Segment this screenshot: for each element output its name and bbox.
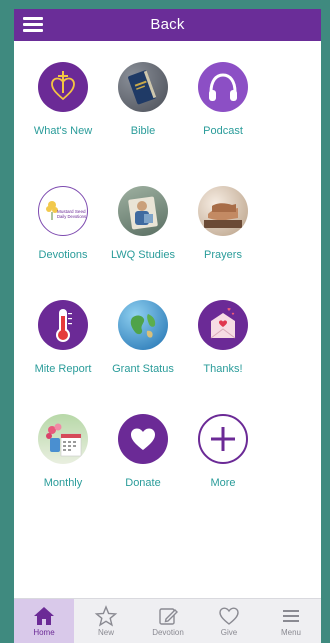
tile-label: Bible bbox=[130, 125, 156, 137]
edit-icon bbox=[159, 608, 178, 625]
tab-label: Menu bbox=[280, 628, 301, 637]
back-button[interactable]: Back bbox=[14, 16, 321, 33]
top-bar: Back bbox=[14, 9, 321, 41]
studies-photo bbox=[118, 186, 168, 236]
tile-label: Devotions bbox=[38, 249, 88, 261]
bible-photo bbox=[118, 62, 168, 112]
tile-thanks[interactable]: Thanks! bbox=[183, 300, 263, 375]
thermometer-icon bbox=[38, 300, 88, 350]
love-letter-icon bbox=[198, 300, 248, 350]
tab-devotion[interactable]: Devotion bbox=[138, 599, 198, 643]
cross-heart-icon bbox=[38, 62, 88, 112]
menu-icon bbox=[283, 610, 299, 622]
tile-donate[interactable]: Donate bbox=[103, 414, 183, 489]
tile-mite-report[interactable]: Mite Report bbox=[23, 300, 103, 375]
tile-bible[interactable]: Bible bbox=[103, 62, 183, 137]
tab-label: Home bbox=[33, 628, 55, 637]
tab-label: Devotion bbox=[152, 628, 184, 637]
devotions-logo: Mustard Seed Daily Devotions bbox=[38, 186, 88, 236]
tab-menu[interactable]: Menu bbox=[261, 599, 321, 643]
tile-label: Monthly bbox=[43, 477, 83, 489]
plus-icon bbox=[198, 414, 248, 464]
tile-lwq-studies[interactable]: LWQ Studies bbox=[103, 186, 183, 261]
heart-outline-icon bbox=[219, 607, 239, 625]
star-icon bbox=[94, 605, 118, 627]
tab-label: Give bbox=[220, 628, 238, 637]
tile-whats-new[interactable]: What's New bbox=[23, 62, 103, 137]
tile-prayers[interactable]: Prayers bbox=[183, 186, 263, 261]
tile-label: Podcast bbox=[203, 125, 243, 137]
tab-home[interactable]: Home bbox=[14, 599, 74, 643]
tile-label: Thanks! bbox=[203, 363, 243, 375]
tile-label: Mite Report bbox=[34, 363, 92, 375]
tab-new[interactable]: New bbox=[76, 599, 136, 643]
tile-label: LWQ Studies bbox=[111, 249, 175, 261]
tab-give[interactable]: Give bbox=[199, 599, 259, 643]
bottom-nav: Home New Devotion Give Menu bbox=[14, 598, 321, 643]
tab-label: New bbox=[97, 628, 114, 637]
tile-label: Donate bbox=[125, 477, 161, 489]
devotions-logo-text: Daily Devotions bbox=[57, 214, 86, 219]
praying-hands-photo bbox=[198, 186, 248, 236]
home-icon bbox=[34, 607, 54, 625]
tile-label: More bbox=[210, 477, 236, 489]
app-screen: Back What's New Bible Podcast Mustard Se… bbox=[14, 9, 321, 643]
tile-label: Prayers bbox=[204, 249, 242, 261]
tile-label: What's New bbox=[33, 125, 93, 137]
heart-icon bbox=[118, 414, 168, 464]
headphones-icon bbox=[198, 62, 248, 112]
globe-photo bbox=[118, 300, 168, 350]
tile-podcast[interactable]: Podcast bbox=[183, 62, 263, 137]
tile-grant-status[interactable]: Grant Status bbox=[103, 300, 183, 375]
tile-label: Grant Status bbox=[112, 363, 174, 375]
tile-monthly[interactable]: Monthly bbox=[23, 414, 103, 489]
tile-more[interactable]: More bbox=[183, 414, 263, 489]
tile-devotions[interactable]: Mustard Seed Daily Devotions Devotions bbox=[23, 186, 103, 261]
calendar-flowers-photo bbox=[38, 414, 88, 464]
